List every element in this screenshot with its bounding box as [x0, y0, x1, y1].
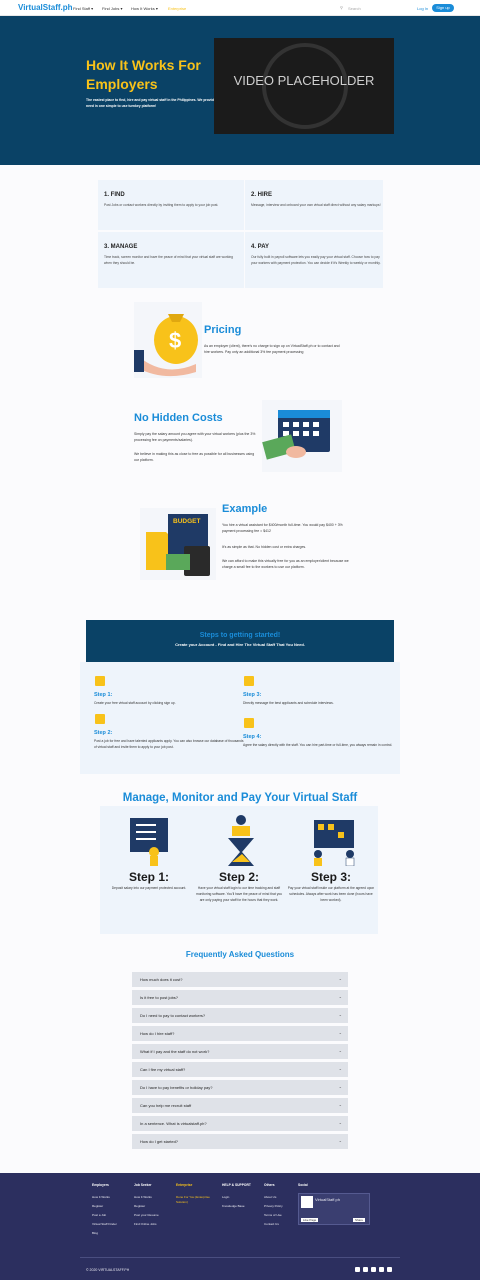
nav-find-staff[interactable]: Find Staff ▾ [73, 6, 93, 11]
search-input[interactable]: Search [348, 6, 361, 11]
top-nav: VirtualStaff.ph Find Staff ▾ Find Jobs ▾… [0, 0, 480, 16]
budget-calculator-icon: BUDGET [140, 508, 216, 580]
money-icon [244, 718, 254, 728]
svg-text:$: $ [169, 328, 181, 353]
pricing-title: Pricing [204, 324, 242, 336]
video-placeholder-text: VIDEO PLACEHOLDER [233, 73, 375, 88]
hero-section: How It Works For Employers The easiest p… [0, 16, 480, 165]
faq-item[interactable]: How do I get started? ⌄ [132, 1134, 348, 1149]
manage-steps: Step 1: Deposit salary into our payment … [100, 806, 378, 934]
card-manage: 3. MANAGE Time track, screen monitor and … [98, 232, 244, 288]
chevron-down-icon: ⌄ [338, 1066, 342, 1071]
manage-title: Manage, Monitor and Pay Your Virtual Sta… [122, 792, 358, 804]
login-link[interactable]: Log In [417, 6, 428, 11]
faq-item[interactable]: Can you help me recruit staff ⌄ [132, 1098, 348, 1113]
fb-logo [301, 1196, 313, 1208]
chevron-down-icon: ⌄ [338, 1030, 342, 1035]
faq-title: Frequently Asked Questions [185, 950, 295, 959]
nav-find-jobs[interactable]: Find Jobs ▾ [102, 6, 122, 11]
example-text-1: You hire a virtual assistant for $400/mo… [222, 523, 343, 534]
hero-title: How It Works For Employers [86, 57, 201, 92]
footer: Employers How It Works Register Post a J… [0, 1173, 480, 1280]
fb-share-button[interactable]: Share [353, 1218, 366, 1222]
youtube-icon[interactable] [387, 1267, 392, 1272]
faq-item[interactable]: In a sentence. What is virtualstaff.ph? ⌄ [132, 1116, 348, 1131]
card-find: 1. FIND Post Jobs or contact workers dire… [98, 180, 244, 230]
chevron-down-icon: ⌄ [338, 976, 342, 981]
faq-item[interactable]: How much does it cost? ⌄ [132, 972, 348, 987]
instagram-icon[interactable] [363, 1267, 368, 1272]
fb-like-button[interactable]: Like Page [301, 1218, 319, 1222]
chevron-down-icon: ⌄ [338, 1138, 342, 1143]
money-bag-icon: $ [134, 302, 202, 378]
user-icon [95, 676, 105, 686]
chevron-down-icon: ⌄ [338, 1102, 342, 1107]
hidden-costs-text-1: Simply pay the salary amount you agree w… [134, 432, 256, 443]
briefcase-icon [95, 714, 105, 724]
chevron-down-icon: ⌄ [338, 1120, 342, 1125]
board-people-icon [314, 820, 355, 866]
copyright: © 2020 VIRTUALSTAFF.PH [86, 1268, 130, 1272]
faq-item[interactable]: Can I fire my virtual staff? ⌄ [132, 1062, 348, 1077]
pricing-text: As an employer (client), there's no char… [204, 344, 340, 355]
chevron-down-icon: ⌄ [338, 1084, 342, 1089]
facebook-widget[interactable]: VirtualStaff.ph Like Page Share [298, 1193, 370, 1225]
chevron-down-icon: ⌄ [338, 1012, 342, 1017]
faq-item[interactable]: How do I hire staff? ⌄ [132, 1026, 348, 1041]
hidden-costs-text-2: We believe in making this as close to fr… [134, 452, 255, 463]
budget-label: BUDGET [173, 518, 200, 525]
getting-started-title: Steps to getting started! [199, 632, 281, 639]
getting-started-steps: Step 1: Create your free virtual staff a… [80, 662, 400, 774]
chevron-down-icon: ⌄ [338, 994, 342, 999]
chevron-down-icon: ⌄ [338, 1048, 342, 1053]
footer-divider [80, 1257, 400, 1258]
example-text-2: It's as simple as that. No hidden cost o… [222, 545, 307, 549]
video-player[interactable]: VIDEO PLACEHOLDER [214, 38, 394, 134]
example-title: Example [222, 503, 268, 515]
nav-enterprise[interactable]: Enterprise [168, 6, 186, 11]
calendar-money-icon [262, 400, 342, 472]
card-pay: 4. PAY Our fully built in payroll softwar… [245, 232, 383, 288]
getting-started-banner: Steps to getting started! Create your Ac… [86, 620, 394, 662]
example-text-3: We can afford to make this virtually fre… [222, 559, 349, 570]
faq-item[interactable]: Do I need to pay to contact workers? ⌄ [132, 1008, 348, 1023]
linkedin-icon[interactable] [371, 1267, 376, 1272]
faq-item[interactable]: Is it free to post jobs? ⌄ [132, 990, 348, 1005]
getting-started-subtitle: Create your Account - Find and Hire The … [175, 642, 305, 647]
search-icon[interactable]: ⚲ [340, 5, 343, 10]
facebook-icon[interactable] [355, 1267, 360, 1272]
faq-item[interactable]: What if I pay and the staff do not work?… [132, 1044, 348, 1059]
faq-item[interactable]: Do I have to pay benefits or holiday pay… [132, 1080, 348, 1095]
nav-how-it-works[interactable]: How It Works ▾ [131, 6, 158, 11]
checklist-person-icon [130, 818, 168, 866]
hourglass-person-icon [228, 815, 254, 866]
signup-button[interactable]: Sign up [432, 4, 454, 12]
site-logo[interactable]: VirtualStaff.ph [18, 3, 73, 12]
hidden-costs-title: No Hidden Costs [134, 412, 223, 424]
mail-icon [244, 676, 254, 686]
twitter-icon[interactable] [379, 1267, 384, 1272]
card-hire: 2. HIRE Message, interview and onboard yo… [245, 180, 383, 230]
